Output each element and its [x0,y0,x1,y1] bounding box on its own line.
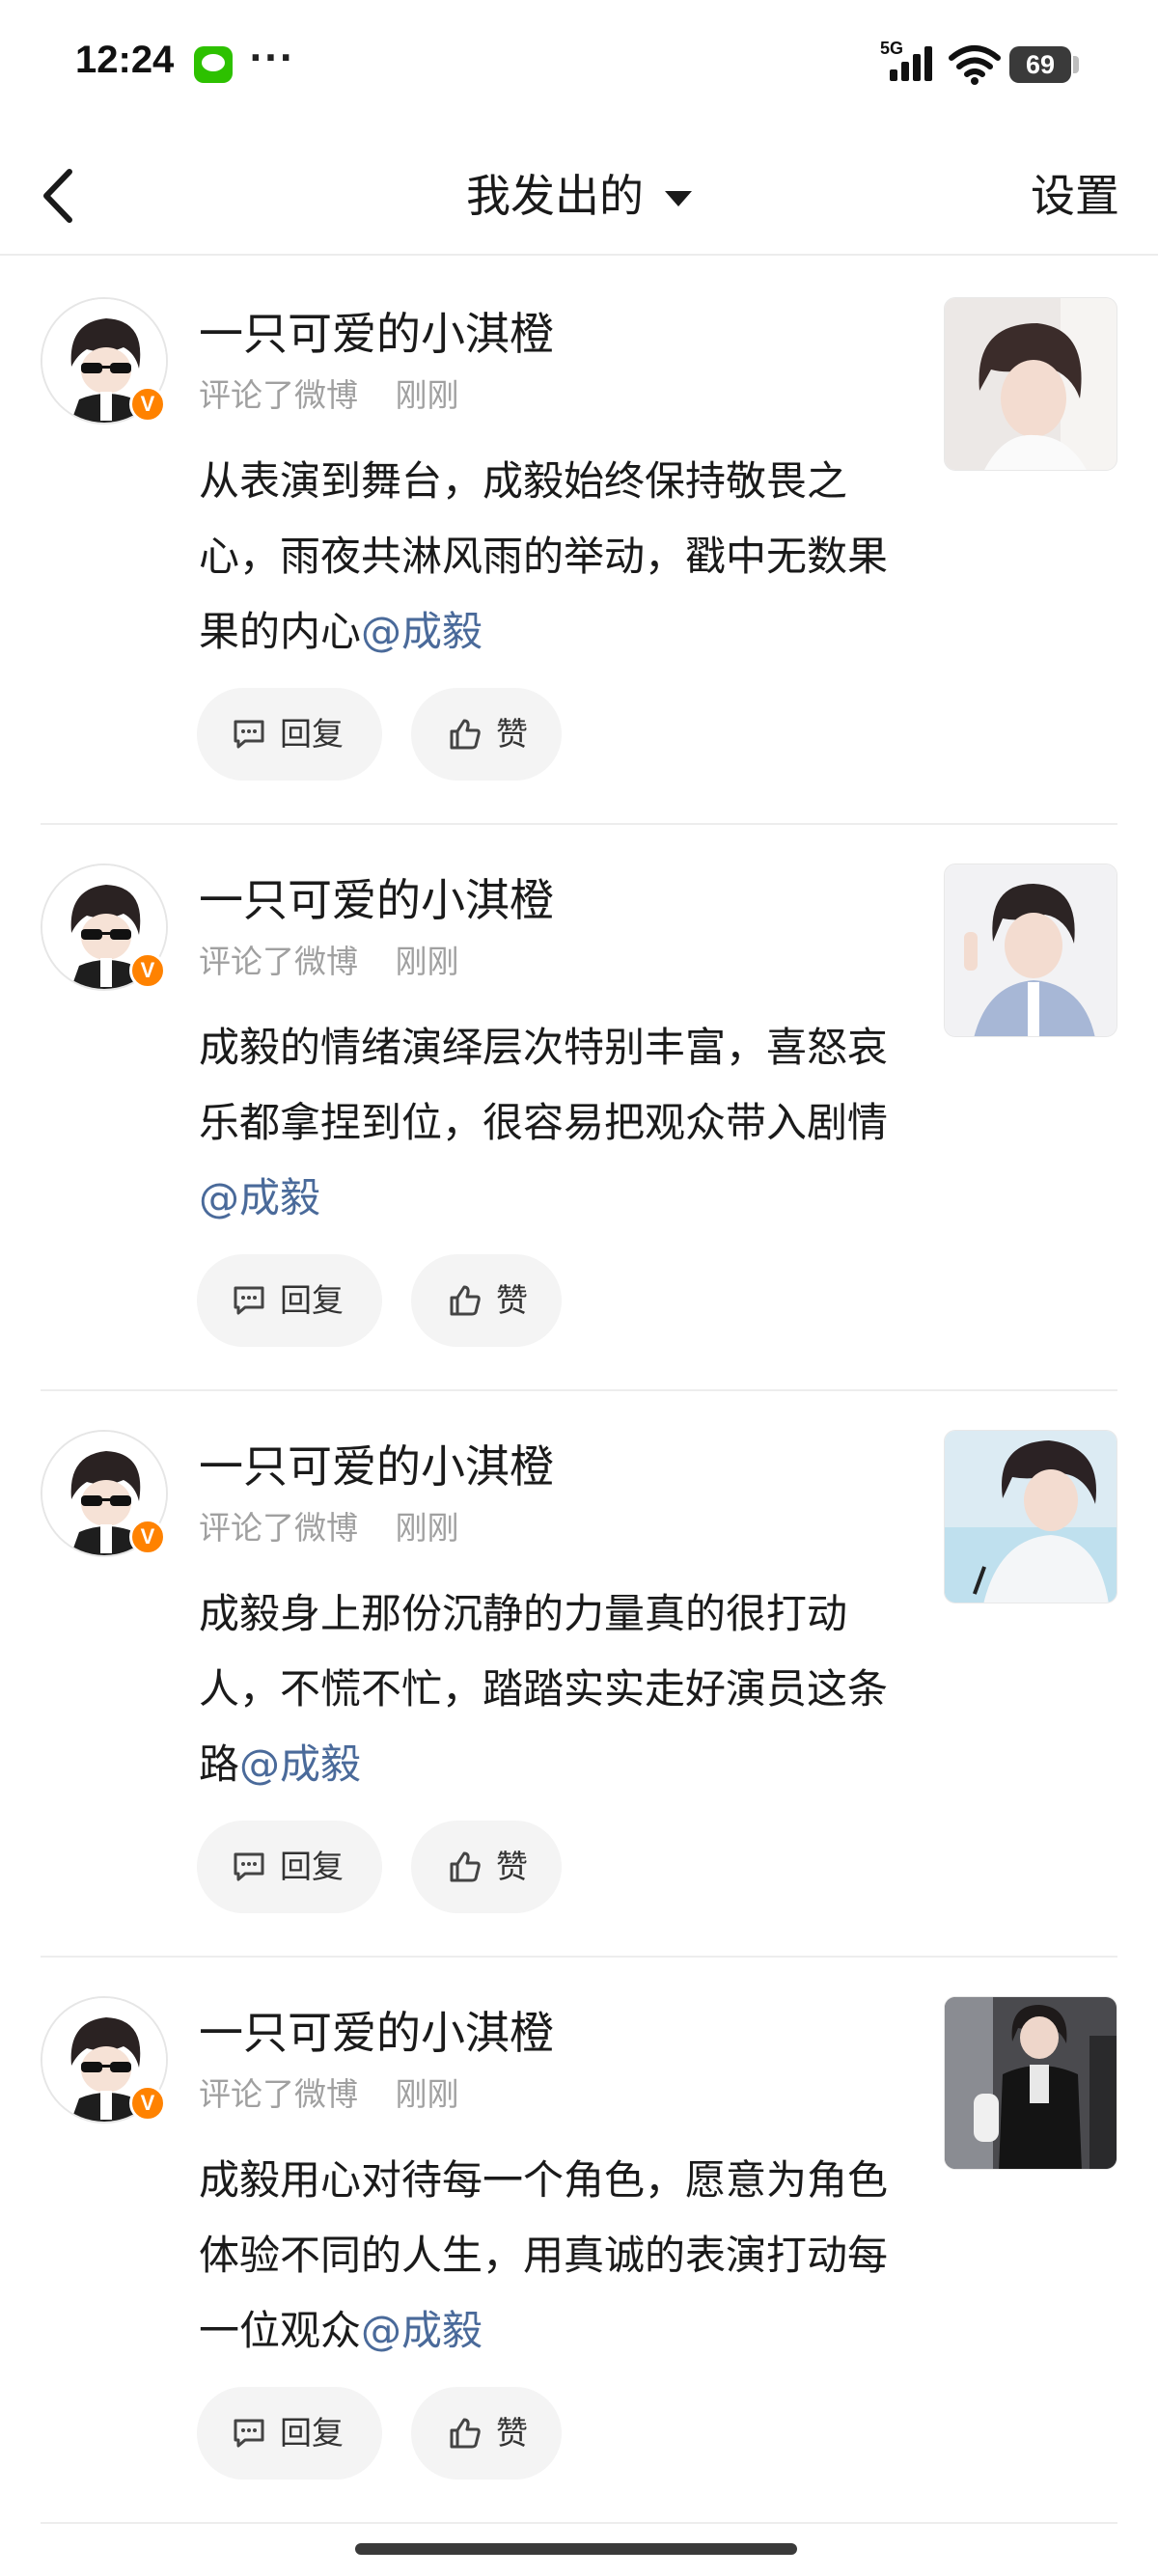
weibo-thumbnail[interactable] [944,863,1117,1037]
action-text: 评论了微博 [199,376,358,414]
reply-label: 回复 [280,1281,344,1319]
wifi-icon [949,45,1001,85]
comment-item[interactable]: V 一只可爱的小淇橙 评论了微博 刚刚 成毅身上那份沉静的力量真的很打动人，不慌… [0,1391,1158,1958]
thumbs-up-icon [450,2418,481,2449]
weibo-thumbnail[interactable] [944,1430,1117,1603]
like-label: 赞 [496,2414,528,2452]
divider [41,2522,1117,2524]
action-text: 评论了微博 [199,943,358,980]
home-indicator[interactable] [355,2543,797,2555]
more-notifications-icon: ··· [249,39,295,78]
timestamp: 刚刚 [395,2075,459,2113]
comment-list: V 一只可爱的小淇橙 评论了微博 刚刚 从表演到舞台，成毅始终保持敬畏之心，雨夜… [0,259,1158,2524]
comment-meta: 评论了微博 刚刚 [199,374,459,417]
like-button[interactable]: 赞 [411,2387,562,2480]
status-bar: 12:24 ··· 5G 69 [0,0,1158,135]
reply-button[interactable]: 回复 [197,1254,382,1347]
reply-label: 回复 [280,715,344,753]
mention-link[interactable]: @成毅 [199,1174,320,1221]
wechat-icon [194,46,233,83]
comment-item[interactable]: V 一只可爱的小淇橙 评论了微博 刚刚 从表演到舞台，成毅始终保持敬畏之心，雨夜… [0,259,1158,825]
battery-cap [1073,56,1079,73]
thumbs-up-icon [450,1851,481,1882]
comment-text[interactable]: 成毅身上那份沉静的力量真的很打动人，不慌不忙，踏踏实实走好演员这条路@成毅 [199,1576,894,1802]
comment-text[interactable]: 成毅的情绪演绎层次特别丰富，喜怒哀乐都拿捏到位，很容易把观众带入剧情 @成毅 [199,1010,894,1236]
comment-item[interactable]: V 一只可爱的小淇橙 评论了微博 刚刚 成毅用心对待每一个角色，愿意为角色体验不… [0,1958,1158,2524]
signal-icon [890,46,932,81]
username[interactable]: 一只可爱的小淇橙 [199,1438,554,1495]
reply-label: 回复 [280,2414,344,2452]
settings-button[interactable]: 设置 [1031,162,1119,230]
top-nav-bar: 我发出的 设置 [0,135,1158,256]
verified-badge-icon: V [129,952,166,989]
username[interactable]: 一只可爱的小淇橙 [199,871,554,929]
like-button[interactable]: 赞 [411,1821,562,1913]
weibo-thumbnail[interactable] [944,297,1117,471]
comment-item[interactable]: V 一只可爱的小淇橙 评论了微博 刚刚 成毅的情绪演绎层次特别丰富，喜怒哀乐都拿… [0,825,1158,1391]
comment-body: 从表演到舞台，成毅始终保持敬畏之心，雨夜共淋风雨的举动，戳中无数果果的内心 [199,457,889,655]
verified-badge-icon: V [129,2085,166,2122]
weibo-thumbnail[interactable] [944,1996,1117,2170]
comment-bubble-icon [234,2419,264,2448]
reply-label: 回复 [280,1848,344,1885]
timestamp: 刚刚 [395,943,459,980]
like-label: 赞 [496,715,528,753]
comment-body: 成毅用心对待每一个角色，愿意为角色体验不同的人生，用真诚的表演打动每一位观众 [199,2156,889,2354]
page-title: 我发出的 [466,170,644,222]
battery-icon: 69 [1009,46,1071,83]
comment-meta: 评论了微博 刚刚 [199,941,459,983]
action-text: 评论了微博 [199,1509,358,1547]
mention-link[interactable]: @成毅 [239,1740,361,1788]
comment-meta: 评论了微博 刚刚 [199,1507,459,1549]
comment-bubble-icon [234,1286,264,1315]
comment-body: 成毅的情绪演绎层次特别丰富，喜怒哀乐都拿捏到位，很容易把观众带入剧情 [199,1024,889,1146]
timestamp: 刚刚 [395,376,459,414]
like-label: 赞 [496,1281,528,1319]
page-title-dropdown[interactable]: 我发出的 [0,162,1158,230]
username[interactable]: 一只可爱的小淇橙 [199,305,554,363]
thumbs-up-icon [450,1285,481,1316]
mention-link[interactable]: @成毅 [361,608,482,655]
like-button[interactable]: 赞 [411,1254,562,1347]
username[interactable]: 一只可爱的小淇橙 [199,2004,554,2062]
comment-text[interactable]: 成毅用心对待每一个角色，愿意为角色体验不同的人生，用真诚的表演打动每一位观众@成… [199,2143,894,2369]
timestamp: 刚刚 [395,1509,459,1547]
caret-down-icon [665,191,692,206]
comment-meta: 评论了微博 刚刚 [199,2073,459,2116]
action-text: 评论了微博 [199,2075,358,2113]
verified-badge-icon: V [129,1519,166,1555]
reply-button[interactable]: 回复 [197,688,382,781]
like-label: 赞 [496,1848,528,1885]
like-button[interactable]: 赞 [411,688,562,781]
reply-button[interactable]: 回复 [197,2387,382,2480]
comment-bubble-icon [234,720,264,749]
verified-badge-icon: V [129,386,166,423]
reply-button[interactable]: 回复 [197,1821,382,1913]
thumbs-up-icon [450,719,481,750]
comment-text[interactable]: 从表演到舞台，成毅始终保持敬畏之心，雨夜共淋风雨的举动，戳中无数果果的内心@成毅 [199,444,894,670]
mention-link[interactable]: @成毅 [361,2307,482,2354]
status-time: 12:24 [75,39,175,81]
comment-bubble-icon [234,1852,264,1881]
